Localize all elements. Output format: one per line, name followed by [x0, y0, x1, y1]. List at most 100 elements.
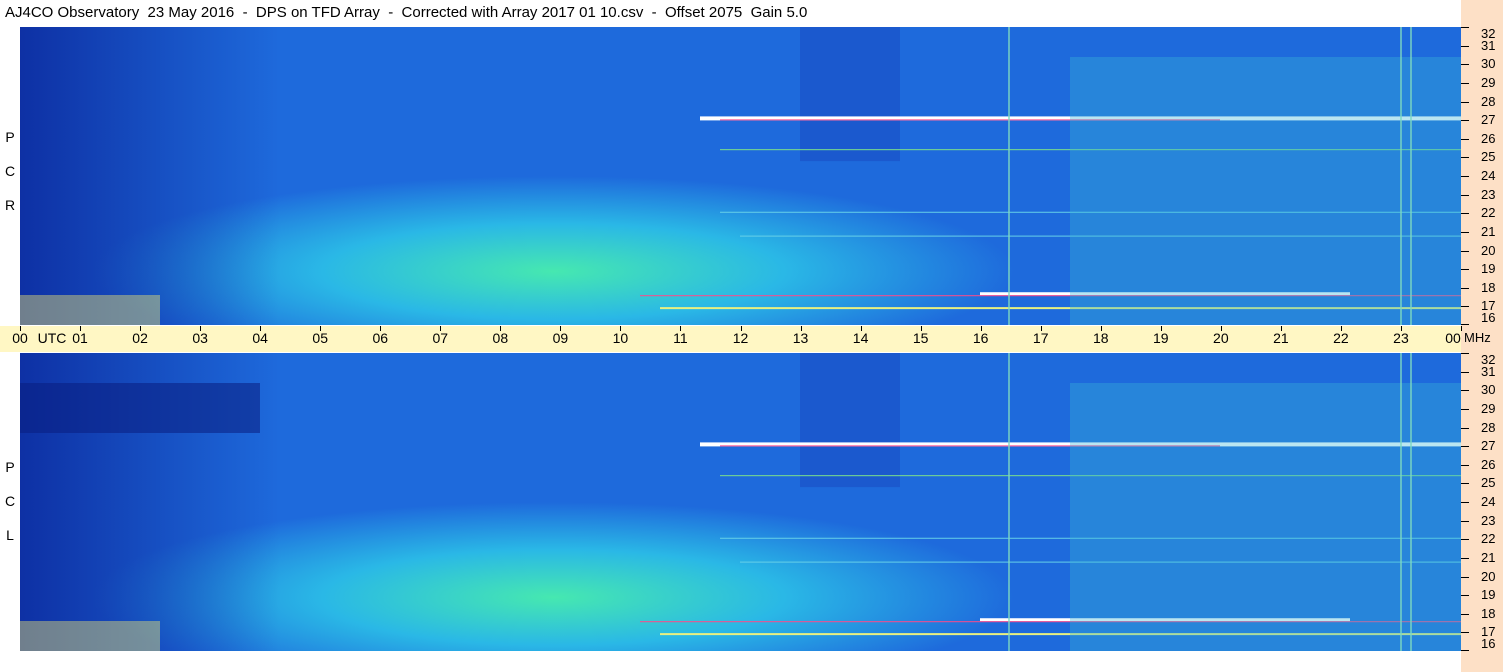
vertical-interference-line [1400, 27, 1402, 325]
panel-label-letter: P [5, 129, 15, 145]
time-tick-label: 03 [192, 330, 208, 346]
frequency-axis-lcp: 32 31 30 29 28 27 26 25 24 23 22 21 20 19 18 17 16 [1461, 353, 1503, 651]
frequency-tick [1461, 27, 1469, 28]
frequency-tick [1461, 353, 1469, 354]
low-freq-glow [20, 295, 160, 325]
time-tick-label: 18 [1092, 330, 1109, 346]
panel-label-letter: C [4, 163, 16, 179]
chart-title: AJ4CO Observatory 23 May 2016 - DPS on T… [5, 4, 808, 21]
time-tick-label: 05 [312, 330, 328, 346]
dark-block [800, 353, 900, 488]
time-tick-label: 17 [1032, 330, 1049, 346]
frequency-tick [1461, 483, 1469, 485]
frequency-tick-label: 25 [1481, 149, 1496, 165]
panel-label-letter: C [4, 493, 16, 509]
frequency-tick-label: 19 [1481, 261, 1496, 277]
frequency-unit-label: MHz [1464, 330, 1491, 345]
frequency-tick [1461, 520, 1469, 522]
frequency-tick-label: 16 [1481, 636, 1496, 651]
frequency-tick [1461, 231, 1469, 233]
frequency-tick [1461, 632, 1469, 634]
frequency-tick-label: 19 [1481, 587, 1496, 603]
frequency-tick [1461, 306, 1469, 308]
frequency-tick-label: 24 [1481, 494, 1496, 509]
time-tick-label: 15 [912, 330, 929, 346]
time-tick-label: 14 [852, 330, 869, 346]
frequency-tick [1461, 650, 1469, 651]
frequency-tick-label: 25 [1481, 475, 1496, 491]
frequency-tick-label: 29 [1481, 74, 1496, 90]
frequency-tick-label: 22 [1481, 205, 1496, 221]
time-tick-label: 04 [252, 330, 268, 346]
frequency-tick-label: 24 [1481, 168, 1496, 183]
frequency-tick-label: 31 [1481, 37, 1496, 53]
time-tick-label: 02 [132, 330, 148, 346]
frequency-axis-rcp: 32 31 30 29 28 27 26 25 24 23 22 21 20 19 18 17 16 [1461, 27, 1503, 325]
time-tick-label: 16 [972, 330, 989, 346]
frequency-tick [1461, 45, 1469, 47]
time-tick-label: 12 [732, 330, 749, 346]
dark-band [20, 383, 260, 433]
frequency-tick [1461, 138, 1469, 140]
time-tick-label: 01 [72, 330, 88, 346]
frequency-tick [1461, 64, 1469, 66]
time-tick-label: 06 [372, 330, 389, 346]
time-tick-label: 23 [1393, 330, 1409, 346]
frequency-tick-label: 28 [1481, 93, 1496, 109]
frequency-tick [1461, 213, 1469, 215]
spectrogram-rcp [20, 27, 1461, 325]
frequency-tick [1461, 427, 1469, 429]
frequency-tick [1461, 324, 1469, 325]
frequency-tick [1461, 194, 1469, 196]
time-tick-label: 10 [612, 330, 629, 346]
frequency-tick-label: 16 [1481, 310, 1496, 325]
frequency-tick [1461, 101, 1469, 103]
time-tick-label: 19 [1152, 330, 1169, 346]
frequency-tick [1461, 82, 1469, 84]
time-tick-label: 21 [1273, 330, 1289, 346]
frequency-tick [1461, 595, 1469, 597]
frequency-tick-label: 22 [1481, 531, 1496, 547]
frequency-tick-label: 23 [1481, 512, 1496, 528]
frequency-tick-label: 20 [1481, 568, 1496, 584]
frequency-tick [1461, 269, 1469, 271]
frequency-tick [1461, 464, 1469, 466]
frequency-tick-label: 18 [1481, 279, 1496, 295]
frequency-tick-label: 27 [1481, 112, 1496, 128]
frequency-tick [1461, 613, 1469, 615]
time-tick-label: 22 [1333, 330, 1349, 346]
frequency-tick-label: 27 [1481, 438, 1496, 454]
frequency-tick-label: 21 [1481, 223, 1496, 239]
vertical-interference-line [1400, 353, 1402, 651]
frequency-tick [1461, 390, 1469, 392]
panel-label-letter: L [6, 527, 14, 543]
frequency-tick-label: 29 [1481, 400, 1496, 416]
frequency-tick [1461, 502, 1469, 503]
time-tick-label: 09 [552, 330, 569, 346]
time-tick-label: 00 [12, 330, 28, 346]
dark-block [800, 27, 900, 162]
frequency-tick-label: 20 [1481, 242, 1496, 258]
vertical-interference-line [1008, 27, 1010, 325]
frequency-tick [1461, 250, 1469, 252]
time-tick-label: 07 [432, 330, 449, 346]
frequency-tick [1461, 371, 1469, 373]
frequency-tick [1461, 120, 1469, 122]
panel-label-rcp: P C R [2, 120, 18, 222]
frequency-tick-label: 26 [1481, 130, 1496, 146]
utc-label: UTC [37, 330, 67, 346]
panel-label-letter: P [5, 459, 15, 475]
late-noise-region [1070, 57, 1461, 325]
low-freq-glow [20, 621, 160, 651]
time-axis: 00 01 02 03 04 05 06 07 08 09 10 11 12 13 14 15 16 17 18 19… [0, 326, 1462, 352]
time-tick-label: 11 [673, 330, 688, 346]
vertical-interference-line [1008, 353, 1010, 651]
time-tick-label: 08 [492, 330, 509, 346]
frequency-tick [1461, 539, 1469, 541]
frequency-tick-label: 28 [1481, 419, 1496, 435]
late-noise-region [1070, 383, 1461, 651]
frequency-tick [1461, 176, 1469, 177]
frequency-tick [1461, 446, 1469, 448]
frequency-tick-label: 23 [1481, 186, 1496, 202]
frequency-tick [1461, 557, 1469, 559]
